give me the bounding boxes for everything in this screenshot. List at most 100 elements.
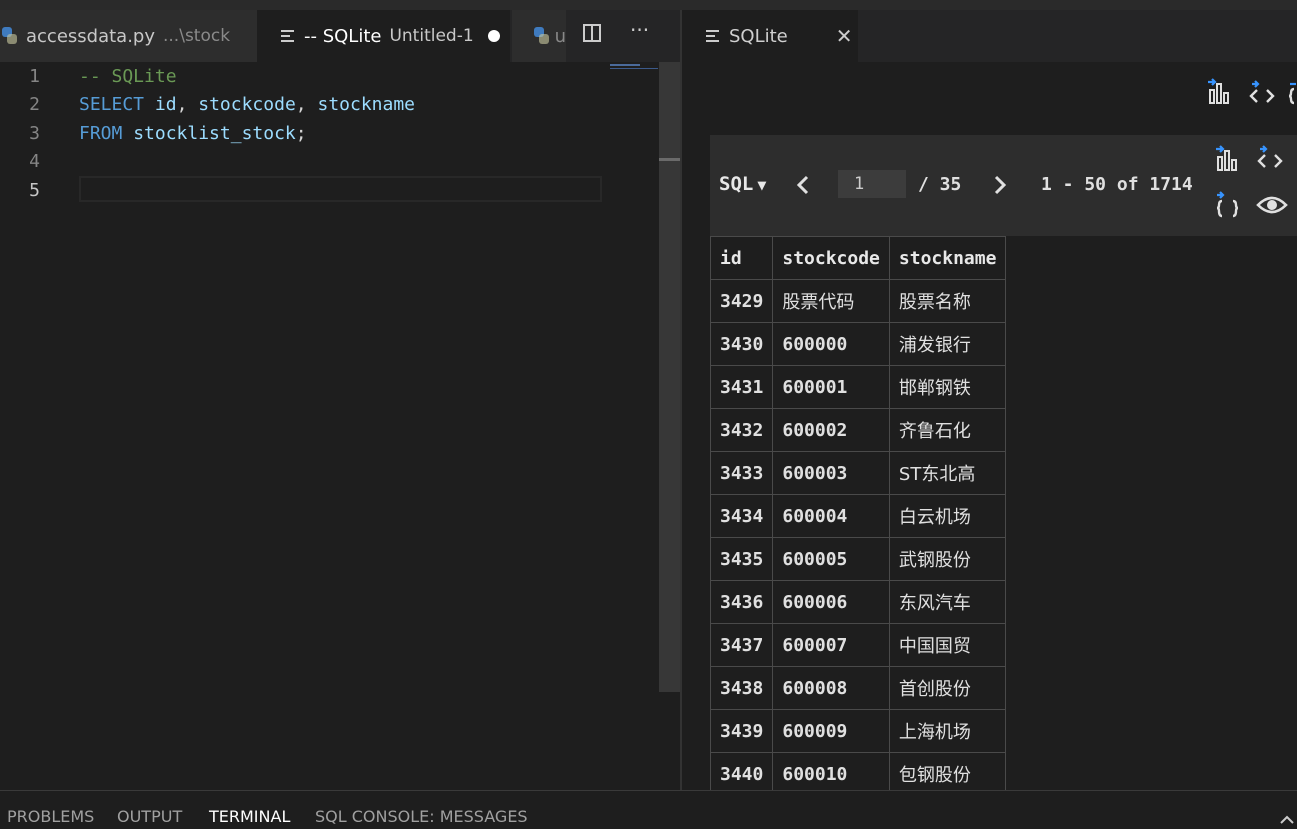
code-token: stockname — [317, 94, 416, 115]
more-actions-icon[interactable]: ··· — [630, 18, 649, 42]
close-icon[interactable]: ✕ — [836, 24, 853, 48]
table-cell-id[interactable]: 3430 — [709, 322, 774, 366]
tab-accessdata[interactable]: accessdata.py ...\stock — [0, 10, 257, 62]
table-cell-id[interactable]: 3432 — [709, 408, 774, 452]
tab-partial[interactable]: u — [512, 10, 566, 62]
table-row[interactable]: 3433 600003 ST东北高 — [709, 451, 1007, 495]
column-header[interactable]: stockname — [888, 236, 1007, 280]
table-row[interactable]: 3436 600006 东风汽车 — [709, 580, 1007, 624]
code-token: SELECT — [79, 94, 145, 115]
column-header[interactable]: id — [709, 236, 774, 280]
table-cell-stockcode[interactable]: 600002 — [772, 408, 890, 452]
code-token: stockcode — [198, 94, 296, 115]
lines-icon — [706, 30, 719, 42]
table-cell-stockname[interactable]: 上海机场 — [888, 709, 1007, 753]
table-cell-stockname[interactable]: 股票名称 — [888, 279, 1007, 323]
table-cell-stockname[interactable]: 首创股份 — [888, 666, 1007, 710]
mode-select[interactable]: SQL ▼ — [719, 173, 766, 195]
page-total: / 35 — [918, 174, 962, 195]
table-cell-stockname[interactable]: 中国国贸 — [888, 623, 1007, 667]
tab-sqlite-results[interactable]: SQLite ✕ — [682, 10, 858, 62]
tab-label: accessdata.py — [26, 25, 155, 47]
table-cell-id[interactable]: 3433 — [709, 451, 774, 495]
title-strip — [0, 0, 1297, 10]
minimap[interactable] — [610, 64, 640, 66]
python-icon — [2, 27, 18, 45]
table-cell-stockname[interactable]: 浦发银行 — [888, 322, 1007, 366]
code-token: ; — [295, 123, 307, 144]
table-cell-id[interactable]: 3431 — [709, 365, 774, 409]
tab-description: ...\stock — [163, 26, 231, 46]
table-cell-stockname[interactable]: 白云机场 — [888, 494, 1007, 538]
table-row[interactable]: 3437 600007 中国国贸 — [709, 623, 1007, 667]
table-cell-stockcode[interactable]: 600001 — [772, 365, 890, 409]
table-cell-stockname[interactable]: 武钢股份 — [888, 537, 1007, 581]
table-row[interactable]: 3430 600000 浦发银行 — [709, 322, 1007, 366]
table-cell-id[interactable]: 3436 — [709, 580, 774, 624]
unsaved-dot-icon[interactable] — [487, 30, 500, 42]
table-cell-id[interactable]: 3438 — [709, 666, 774, 710]
code-token: stocklist_stock — [133, 123, 296, 144]
table-cell-stockcode[interactable]: 600005 — [772, 537, 890, 581]
table-row[interactable]: 3439 600009 上海机场 — [709, 709, 1007, 753]
split-editor-icon[interactable] — [583, 24, 601, 42]
json-view-icon[interactable] — [1214, 191, 1244, 219]
table-cell-stockname[interactable]: 齐鲁石化 — [888, 408, 1007, 452]
table-cell-stockcode[interactable]: 600000 — [772, 322, 890, 366]
editor-scrollbar[interactable] — [659, 62, 680, 692]
code-line-2[interactable]: SELECT id, stockcode, stockname — [79, 94, 415, 115]
table-cell-id[interactable]: 3437 — [709, 623, 774, 667]
table-cell-id[interactable]: 3439 — [709, 709, 774, 753]
table-cell-stockcode[interactable]: 600004 — [772, 494, 890, 538]
code-token: FROM — [79, 123, 123, 144]
line-number: 2 — [29, 94, 40, 115]
next-page-icon[interactable] — [993, 175, 1007, 195]
table-cell-id[interactable]: 3434 — [709, 494, 774, 538]
column-header[interactable]: stockcode — [772, 236, 890, 280]
chart-view-icon[interactable] — [1214, 145, 1240, 173]
table-cell-stockname[interactable]: 邯郸钢铁 — [888, 365, 1007, 409]
results-table: id stockcode stockname 3429 股票代码 股票名称 3430 6… — [709, 236, 1007, 796]
table-cell-stockcode[interactable]: 600003 — [772, 451, 890, 495]
tab-sqlite-untitled[interactable]: -- SQLite Untitled-1 — [257, 10, 510, 62]
row-range: 1 - 50 of 1714 — [1041, 174, 1193, 195]
panel-tab-problems[interactable]: PROBLEMS — [7, 807, 94, 826]
table-row[interactable]: 3435 600005 武钢股份 — [709, 537, 1007, 581]
prev-page-icon[interactable] — [796, 175, 810, 195]
table-row[interactable]: 3432 600002 齐鲁石化 — [709, 408, 1007, 452]
tab-label: u — [554, 25, 566, 47]
code-view-icon[interactable] — [1256, 145, 1286, 171]
panel-tab-sql-console[interactable]: SQL CONSOLE: MESSAGES — [315, 807, 528, 826]
chart-view-icon[interactable] — [1206, 78, 1232, 106]
table-row[interactable]: 3431 600001 邯郸钢铁 — [709, 365, 1007, 409]
editor-group-divider[interactable] — [680, 10, 682, 790]
table-cell-stockcode[interactable]: 600009 — [772, 709, 890, 753]
table-cell-stockcode[interactable]: 600007 — [772, 623, 890, 667]
table-cell-id[interactable]: 3429 — [709, 279, 774, 323]
table-cell-stockcode[interactable]: 600008 — [772, 666, 890, 710]
table-cell-stockcode[interactable]: 股票代码 — [772, 279, 890, 323]
table-cell-stockcode[interactable]: 600006 — [772, 580, 890, 624]
code-token: id — [154, 94, 177, 115]
python-icon — [534, 27, 549, 45]
page-number-input[interactable] — [838, 170, 906, 198]
code-line-3[interactable]: FROM stocklist_stock; — [79, 123, 307, 144]
table-row[interactable]: 3429 股票代码 股票名称 — [709, 279, 1007, 323]
line-number: 3 — [29, 123, 40, 144]
table-cell-id[interactable]: 3435 — [709, 537, 774, 581]
table-cell-stockname[interactable]: ST东北高 — [888, 451, 1007, 495]
scrollbar-cursor-marker — [659, 158, 680, 161]
current-line-highlight — [79, 176, 602, 202]
table-header-row: id stockcode stockname — [709, 236, 1007, 280]
panel-tab-output[interactable]: OUTPUT — [117, 807, 182, 826]
code-line-1[interactable]: -- SQLite — [79, 66, 177, 87]
table-row[interactable]: 3434 600004 白云机场 — [709, 494, 1007, 538]
panel-tab-terminal[interactable]: TERMINAL — [209, 807, 290, 826]
code-view-icon[interactable] — [1248, 80, 1278, 106]
json-view-icon[interactable] — [1288, 80, 1297, 106]
chevron-up-icon[interactable] — [1279, 810, 1295, 824]
table-row[interactable]: 3438 600008 首创股份 — [709, 666, 1007, 710]
results-toolbar: SQL ▼ / 35 1 - 50 of 1714 — [710, 135, 1297, 236]
eye-icon[interactable] — [1256, 193, 1288, 217]
table-cell-stockname[interactable]: 东风汽车 — [888, 580, 1007, 624]
